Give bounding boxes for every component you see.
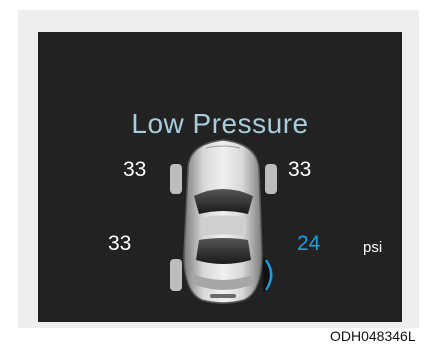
tire-pressure-rear-left: 33 <box>108 232 132 255</box>
tire-front-right <box>265 164 277 194</box>
tire-front-left <box>170 164 182 194</box>
tire-pressure-front-left: 33 <box>123 158 147 181</box>
tpms-display: Low Pressure 33 33 33 24 psi <box>38 32 402 322</box>
tire-pressure-rear-right: 24 <box>297 232 321 255</box>
tire-pressure-front-right: 33 <box>288 158 312 181</box>
tire-rear-left <box>170 259 182 291</box>
car-windshield <box>194 189 253 214</box>
pressure-unit: psi <box>363 239 383 256</box>
car-rear-window <box>196 238 251 264</box>
car-top-view-icon <box>170 139 277 304</box>
image-code-label: ODH048346L <box>330 328 416 344</box>
